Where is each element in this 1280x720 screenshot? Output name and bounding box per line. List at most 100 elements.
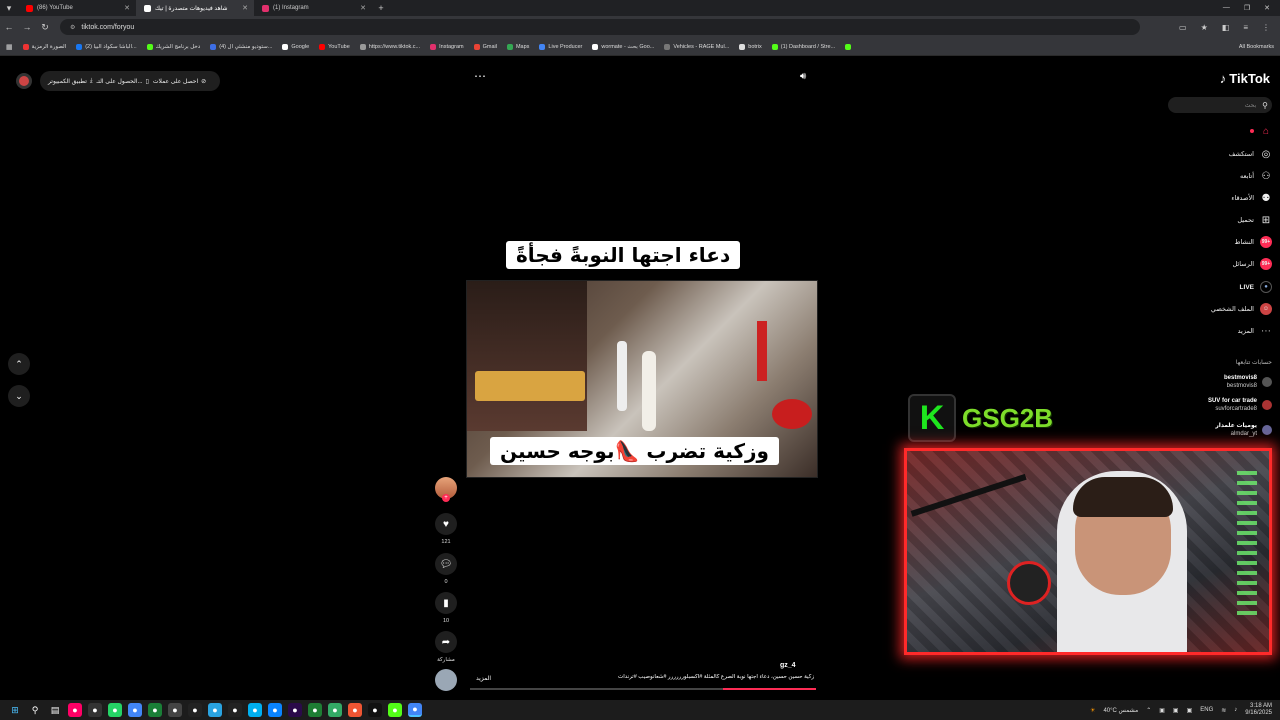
nav-more[interactable]: المزيد ⋯ [1238, 325, 1272, 337]
tray-icon[interactable]: ▣ [1159, 707, 1165, 714]
following-account[interactable]: SUV for car trade suvforcartrade8 [1208, 397, 1272, 413]
url-input[interactable]: ⚙ tiktok.com/foryou [60, 19, 1140, 35]
bookmark-item[interactable]: https://www.tiktok.c... [359, 43, 420, 50]
close-icon[interactable]: ✕ [124, 4, 130, 12]
bookmark-item[interactable]: دخل برنامج الشريك [146, 43, 200, 50]
reload-icon[interactable]: ↻ [36, 22, 54, 33]
bookmark-item[interactable]: (2) الباشا سكواد البيا... [76, 43, 137, 50]
nav-activity[interactable]: النشاط 99+ [1234, 236, 1272, 248]
bookmark-item[interactable]: YouTube [319, 43, 350, 50]
tab-instagram[interactable]: (1) Instagram ✕ [254, 0, 372, 16]
volume-icon[interactable]: ♪ [1234, 707, 1237, 713]
site-info-icon[interactable]: ⚙ [70, 24, 75, 31]
app-icon[interactable]: ● [68, 703, 82, 717]
get-app-button[interactable]: الحصول على التـ... ▯ [97, 78, 149, 85]
install-icon[interactable]: ▭ [1179, 23, 1187, 32]
nav-profile[interactable]: الملف الشخصي ☺ [1211, 303, 1272, 315]
desktop-app-button[interactable]: تطبيق الكمبيوتر ⤓ [48, 78, 93, 85]
premiere-icon[interactable]: ● [288, 703, 302, 717]
profile-menu-icon[interactable]: ≡ [1243, 23, 1248, 32]
search-input[interactable]: بحث ⚲ [1168, 97, 1272, 113]
bookmark-item[interactable]: wormate - بحث Goo... [592, 43, 654, 50]
previous-video-button[interactable]: ⌃ [8, 353, 30, 375]
window-close-icon[interactable]: ✕ [1264, 4, 1270, 12]
more-options-icon[interactable]: ⋯ [474, 69, 486, 83]
windows-start-icon[interactable]: ⊞ [8, 703, 22, 717]
app-icon[interactable]: ● [168, 703, 182, 717]
maximize-icon[interactable]: ❐ [1244, 4, 1250, 12]
kick-icon[interactable]: ● [388, 703, 402, 717]
close-icon[interactable]: ✕ [242, 4, 248, 12]
app-icon[interactable]: ● [148, 703, 162, 717]
author-name[interactable]: gz_4 [780, 662, 796, 669]
tab-search-icon[interactable]: ▾ [0, 3, 18, 14]
tab-youtube[interactable]: (86) YouTube ✕ [18, 0, 136, 16]
extensions-icon[interactable]: ◧ [1222, 23, 1230, 32]
whatsapp-icon[interactable]: ● [108, 703, 122, 717]
app-icon[interactable]: ● [188, 703, 202, 717]
minimize-icon[interactable]: — [1223, 4, 1230, 12]
apps-icon[interactable]: ▦ [6, 43, 13, 51]
tab-tiktok[interactable]: شاهد فيديوهات متصدرة | تيك ✕ [136, 0, 254, 16]
nav-upload[interactable]: تحميل ⊞ [1237, 214, 1272, 226]
close-icon[interactable]: ✕ [360, 4, 366, 12]
language-indicator[interactable]: ENG [1200, 707, 1213, 713]
profile-avatar[interactable] [16, 73, 32, 89]
tray-chevron-icon[interactable]: ⌃ [1146, 707, 1151, 714]
nav-messages[interactable]: الرسائل 99+ [1232, 258, 1272, 270]
tiktok-icon[interactable]: ● [368, 703, 382, 717]
bookmark-star-icon[interactable]: ★ [1201, 23, 1208, 32]
tray-icon[interactable]: ▣ [1173, 707, 1179, 714]
clock[interactable]: 3:18 AM 9/16/2025 [1245, 703, 1272, 717]
bookmark-item[interactable]: Maps [506, 43, 529, 50]
skype-icon[interactable]: ● [248, 703, 262, 717]
bookmark-item[interactable]: Live Producer [539, 43, 582, 50]
nav-friends[interactable]: الأصدقاء ⚉ [1231, 192, 1272, 204]
app-icon[interactable]: ● [308, 703, 322, 717]
following-account[interactable]: يوميات علمدار almdar_yt [1215, 422, 1272, 438]
author-avatar[interactable]: + [434, 477, 458, 502]
nav-home[interactable]: ⌂ [1250, 125, 1272, 137]
tiktok-logo[interactable]: ♪ TikTok [1220, 71, 1270, 86]
bookmark-item[interactable]: Instagram [430, 43, 464, 50]
bookmark-item[interactable]: Gmail [473, 43, 497, 50]
nav-explore[interactable]: استكشف ◎ [1229, 148, 1272, 160]
wifi-icon[interactable]: ≋ [1221, 707, 1226, 714]
nav-live[interactable]: LIVE ● [1240, 281, 1272, 293]
save-button[interactable]: ▮ 10 [434, 592, 458, 624]
all-bookmarks[interactable]: All Bookmarks [1239, 44, 1280, 50]
menu-dots-icon[interactable]: ⋮ [1262, 23, 1270, 32]
progress-bar[interactable] [470, 688, 816, 690]
following-account[interactable]: bestmovis8 bestmovis8 [1224, 374, 1272, 390]
back-icon[interactable]: ← [0, 22, 18, 32]
bookmark-item[interactable]: الصورة الرمزية [22, 43, 66, 50]
new-tab-button[interactable]: + [372, 3, 390, 13]
app-icon[interactable]: ● [228, 703, 242, 717]
chrome-icon[interactable]: ● [408, 703, 422, 717]
bookmark-item[interactable] [845, 43, 852, 50]
more-link[interactable]: المزيد [476, 675, 491, 682]
app-icon[interactable]: ● [328, 703, 342, 717]
bookmark-item[interactable]: botrix [739, 43, 762, 50]
chrome-icon[interactable]: ● [128, 703, 142, 717]
task-view-icon[interactable]: ▤ [48, 703, 62, 717]
volume-icon[interactable]: 🔊︎ [800, 71, 806, 82]
tray-icon[interactable]: ▣ [1187, 707, 1193, 714]
app-icon[interactable]: ● [268, 703, 282, 717]
weather-text[interactable]: 40°C مشمس [1103, 707, 1138, 714]
telegram-icon[interactable]: ● [208, 703, 222, 717]
bookmark-item[interactable]: (4) ستوديو منشئي ال... [210, 43, 272, 50]
nav-following[interactable]: أتابعه ⚇ [1240, 170, 1272, 182]
get-coins-button[interactable]: احصل على عملات ⊘ [153, 78, 206, 85]
app-icon[interactable]: ● [348, 703, 362, 717]
bookmark-item[interactable]: Vehicles - RAGE Mul... [664, 43, 729, 50]
comment-button[interactable]: 💬︎ 0 [434, 553, 458, 585]
forward-icon[interactable]: → [18, 22, 36, 32]
search-icon[interactable]: ⚲ [28, 703, 42, 717]
music-disc[interactable] [434, 669, 458, 691]
share-button[interactable]: ➦ مشاركة [434, 631, 458, 663]
next-video-button[interactable]: ⌄ [8, 385, 30, 407]
like-button[interactable]: ♥ 121 [434, 513, 458, 545]
bookmark-item[interactable]: (1) Dashboard / Stre... [771, 43, 835, 50]
bookmark-item[interactable]: Google [282, 43, 309, 50]
